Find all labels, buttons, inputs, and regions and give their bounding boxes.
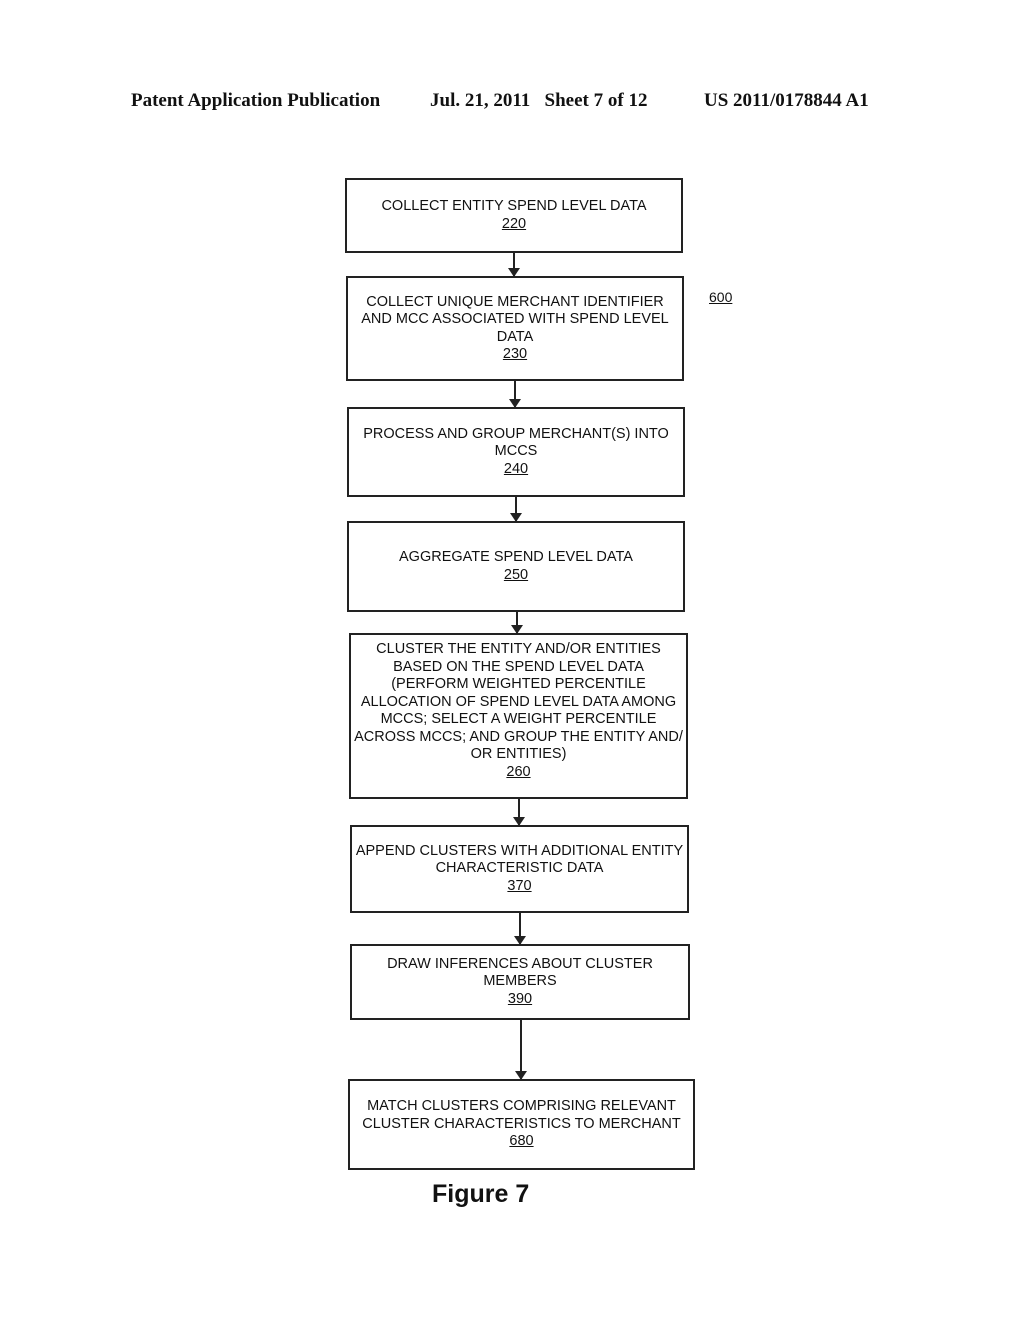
step-text: AGGREGATE SPEND LEVEL DATA	[399, 549, 633, 565]
flow-arrow	[508, 253, 520, 277]
flow-step-220: COLLECT ENTITY SPEND LEVEL DATA 220	[345, 178, 683, 253]
step-ref: 230	[502, 346, 528, 362]
flow-step-240: PROCESS AND GROUP MERCHANT(S) INTO MCCS …	[347, 407, 685, 497]
flow-arrow	[509, 381, 521, 408]
step-text: PROCESS AND GROUP MERCHANT(S) INTO MCCS	[363, 425, 669, 460]
flow-arrow	[513, 799, 525, 826]
flow-step-230: COLLECT UNIQUE MERCHANT IDENTIFIER AND M…	[346, 276, 684, 381]
step-text: COLLECT UNIQUE MERCHANT IDENTIFIER AND M…	[361, 293, 669, 345]
flow-arrow	[514, 913, 526, 945]
step-text: COLLECT ENTITY SPEND LEVEL DATA	[381, 198, 647, 214]
header-publication: Patent Application Publication	[131, 90, 381, 111]
step-ref: 260	[506, 763, 531, 780]
flow-step-260: CLUSTER THE ENTITY AND/OR ENTITIES BASED…	[349, 633, 688, 799]
step-ref: 370	[507, 877, 532, 894]
step-text: CLUSTER THE ENTITY AND/OR ENTITIES BASED…	[354, 641, 683, 762]
step-ref: 390	[507, 990, 533, 1007]
step-ref: 680	[509, 1133, 534, 1150]
flow-step-370: APPEND CLUSTERS WITH ADDITIONAL ENTITY C…	[350, 825, 689, 913]
step-text: APPEND CLUSTERS WITH ADDITIONAL ENTITY C…	[355, 842, 684, 877]
flow-step-250: AGGREGATE SPEND LEVEL DATA 250	[347, 521, 685, 612]
flow-arrow	[511, 612, 523, 634]
figure-caption: Figure 7	[432, 1180, 530, 1208]
flow-arrow	[510, 497, 522, 522]
flow-step-680: MATCH CLUSTERS COMPRISING RELEVANT CLUST…	[348, 1079, 695, 1170]
step-ref: 220	[501, 215, 527, 232]
step-ref: 250	[503, 566, 529, 583]
diagram-reference-label: 600	[709, 289, 733, 305]
flow-arrow	[515, 1020, 527, 1080]
step-ref: 240	[503, 460, 529, 477]
header-patent-number: US 2011/0178844 A1	[704, 90, 869, 111]
flow-step-390: DRAW INFERENCES ABOUT CLUSTER MEMBERS 39…	[350, 944, 690, 1020]
step-text: DRAW INFERENCES ABOUT CLUSTER MEMBERS	[387, 955, 653, 990]
header-date-sheet: Jul. 21, 2011 Sheet 7 of 12	[430, 90, 648, 111]
step-text: MATCH CLUSTERS COMPRISING RELEVANT CLUST…	[362, 1098, 681, 1132]
